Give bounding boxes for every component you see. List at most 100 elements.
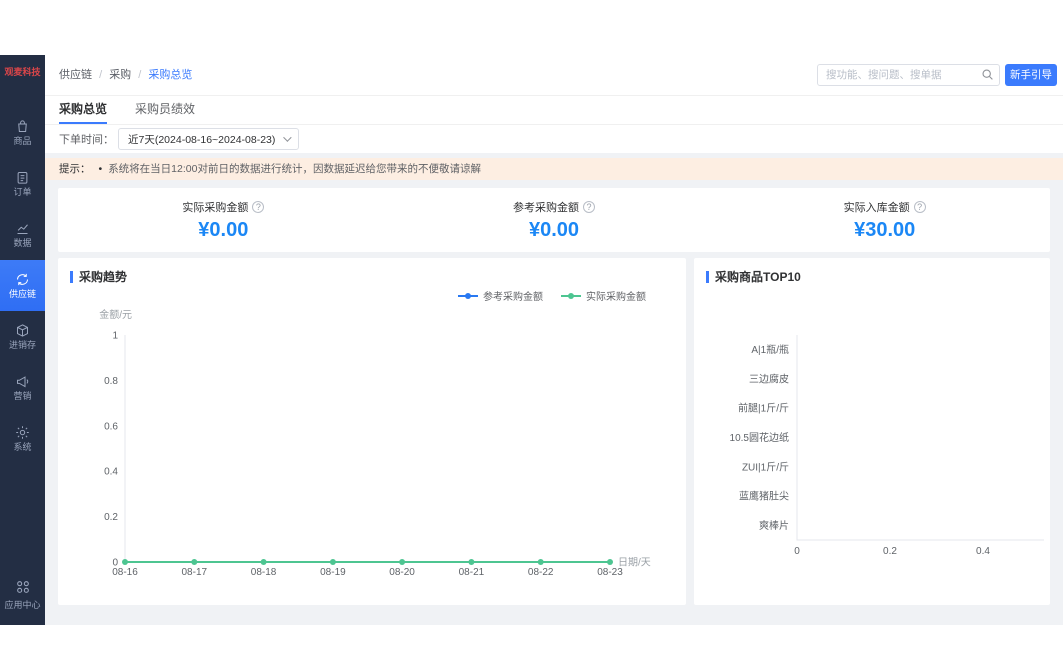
- supply-chain-icon: [15, 272, 30, 287]
- category-label: 蓝鹰猪肚尖: [739, 490, 789, 503]
- stat-value: ¥0.00: [198, 219, 249, 241]
- gear-icon: [15, 425, 30, 440]
- filter-row: 下单时间： 近7天(2024-08-16~2024-08-23): [45, 125, 1063, 153]
- x-tick: 0.4: [976, 546, 990, 557]
- sidebar-item-label: 供应链: [8, 289, 36, 299]
- category-label: 三边腐皮: [749, 372, 789, 385]
- sidebar-item-goods[interactable]: 商品: [0, 107, 45, 158]
- app-canvas: 观麦科技 商品 订单 数据 供应链 进销存 营销 系统 应用中心 供应链 / 采…: [0, 55, 1063, 625]
- trend-chart-canvas: 金额/元 日期/天 1 0.8 0.6 0.4 0.2 0 08-16 08-1…: [99, 308, 651, 578]
- y-tick: 0.6: [104, 421, 118, 432]
- box-icon: [15, 323, 30, 338]
- beginner-guide-button[interactable]: 新手引导: [1005, 64, 1057, 86]
- notice-text: 系统将在当日12:00对前日的数据进行统计，因数据延迟给您带来的不便敬请谅解: [108, 163, 481, 175]
- x-tick-labels: 0 0.2 0.4: [794, 546, 990, 557]
- sidebar-item-label: 营销: [13, 391, 32, 401]
- x-tick: 08-23: [597, 567, 623, 578]
- tabs-block: 采购总览 采购员绩效 下单时间： 近7天(2024-08-16~2024-08-…: [45, 96, 1063, 153]
- sidebar-item-data[interactable]: 数据: [0, 209, 45, 260]
- stat-label: 参考采购金额: [513, 202, 579, 214]
- axis-lines: [124, 335, 610, 563]
- category-label: 爽棒片: [759, 519, 789, 532]
- x-tick: 0: [794, 546, 800, 557]
- purchase-trend-card: 采购趋势 参考采购金额 实际采购金额 金额/元 日期/天 1 0.8 0.6 0…: [58, 258, 686, 605]
- sidebar-item-label: 订单: [13, 187, 32, 197]
- global-search: [817, 64, 1000, 86]
- sidebar-item-marketing[interactable]: 营销: [0, 362, 45, 413]
- top10-products-card: 采购商品TOP10 A|1瓶/瓶 三边腐皮 前腿|1斤/斤 10.5圆花边纸 Z…: [694, 258, 1050, 605]
- tab-buyer-performance[interactable]: 采购员绩效: [135, 96, 195, 124]
- category-label: A|1瓶/瓶: [751, 343, 789, 356]
- order-icon: [15, 170, 30, 185]
- category-label: 10.5圆花边纸: [730, 431, 789, 444]
- x-tick: 08-18: [251, 567, 277, 578]
- sidebar-item-label: 系统: [13, 442, 32, 452]
- sidebar-item-orders[interactable]: 订单: [0, 158, 45, 209]
- sidebar-item-label: 进销存: [8, 340, 36, 350]
- stat-label: 实际入库金额: [843, 202, 910, 214]
- main-content: 供应链 / 采购 / 采购总览 新手引导 采购总览 采购员绩效 下单时间：: [45, 55, 1063, 625]
- stat-label: 实际采购金额: [182, 202, 249, 214]
- axis-lines: [796, 335, 1044, 541]
- stat-value: ¥30.00: [854, 219, 916, 241]
- breadcrumb-item-supply-chain[interactable]: 供应链: [59, 69, 92, 81]
- breadcrumb: 供应链 / 采购 / 采购总览: [59, 55, 192, 96]
- stat-actual-inbound-amount: 实际入库金额 ¥30.00: [719, 188, 1050, 252]
- help-icon[interactable]: [913, 201, 926, 213]
- app-center-label: 应用中心: [4, 600, 41, 610]
- category-label: 前腿|1斤/斤: [738, 402, 789, 415]
- order-time-value: 近7天(2024-08-16~2024-08-23): [128, 133, 276, 146]
- app-grid-icon: [15, 579, 31, 595]
- y-tick: 0.8: [104, 376, 118, 387]
- x-tick: 08-19: [320, 567, 346, 578]
- breadcrumb-separator: /: [99, 69, 103, 81]
- notice-bullet: •: [98, 163, 103, 175]
- category-labels: A|1瓶/瓶 三边腐皮 前腿|1斤/斤 10.5圆花边纸 ZUI|1斤/斤 蓝鹰…: [730, 343, 789, 532]
- stat-reference-purchase-amount: 参考采购金额 ¥0.00: [389, 188, 720, 252]
- actual-series-line: [122, 559, 613, 565]
- sidebar-item-app-center[interactable]: 应用中心: [0, 579, 45, 611]
- chevron-down-icon: [283, 133, 293, 142]
- notice-prefix: 提示：: [59, 163, 91, 175]
- y-tick: 1: [112, 331, 118, 342]
- top10-chart-canvas: A|1瓶/瓶 三边腐皮 前腿|1斤/斤 10.5圆花边纸 ZUI|1斤/斤 蓝鹰…: [730, 335, 1044, 557]
- x-axis-label: 日期/天: [618, 557, 651, 569]
- sidebar-item-label: 数据: [13, 238, 32, 248]
- breadcrumb-separator: /: [138, 69, 142, 81]
- x-tick: 0.2: [883, 546, 897, 557]
- sidebar-item-label: 商品: [13, 136, 32, 146]
- y-tick-labels: 1 0.8 0.6 0.4 0.2 0: [104, 331, 118, 569]
- x-tick: 08-21: [459, 567, 485, 578]
- order-time-label: 下单时间：: [59, 134, 114, 146]
- tab-purchase-overview[interactable]: 采购总览: [59, 96, 108, 124]
- x-tick: 08-17: [182, 567, 208, 578]
- y-tick: 0.2: [104, 512, 118, 523]
- sidebar: 观麦科技 商品 订单 数据 供应链 进销存 营销 系统 应用中心: [0, 55, 45, 625]
- stat-value: ¥0.00: [528, 219, 580, 241]
- sidebar-nav: 商品 订单 数据 供应链 进销存 营销 系统: [0, 107, 45, 464]
- breadcrumb-item-purchase[interactable]: 采购: [109, 69, 131, 81]
- notice-bar: 提示： • 系统将在当日12:00对前日的数据进行统计，因数据延迟给您带来的不便敬请…: [45, 158, 1063, 180]
- brand-logo: 观麦科技: [4, 67, 41, 77]
- y-axis-label: 金额/元: [99, 308, 132, 321]
- x-tick: 08-16: [112, 567, 138, 578]
- sidebar-item-supply-chain[interactable]: 供应链: [0, 260, 45, 311]
- help-icon[interactable]: [252, 201, 265, 213]
- stat-actual-purchase-amount: 实际采购金额 ¥0.00: [58, 188, 389, 252]
- sidebar-item-system[interactable]: 系统: [0, 413, 45, 464]
- x-tick: 08-20: [389, 567, 415, 578]
- stats-card: 实际采购金额 ¥0.00 参考采购金额 ¥0.00 实际入库金额 ¥30.00: [58, 188, 1050, 252]
- x-tick: 08-22: [528, 567, 554, 578]
- sidebar-item-inventory[interactable]: 进销存: [0, 311, 45, 362]
- megaphone-icon: [15, 374, 30, 389]
- help-icon[interactable]: [583, 201, 595, 213]
- search-icon[interactable]: [981, 68, 994, 86]
- breadcrumb-item-current: 采购总览: [148, 69, 193, 81]
- order-time-select[interactable]: 近7天(2024-08-16~2024-08-23): [118, 128, 300, 150]
- topbar: 供应链 / 采购 / 采购总览 新手引导: [45, 55, 1063, 96]
- tabs-row: 采购总览 采购员绩效: [45, 96, 1063, 125]
- y-tick: 0.4: [104, 467, 118, 478]
- x-tick-labels: 08-16 08-17 08-18 08-19 08-20 08-21 08-2…: [112, 567, 623, 578]
- search-input[interactable]: [817, 64, 1000, 86]
- category-label: ZUI|1斤/斤: [742, 461, 789, 473]
